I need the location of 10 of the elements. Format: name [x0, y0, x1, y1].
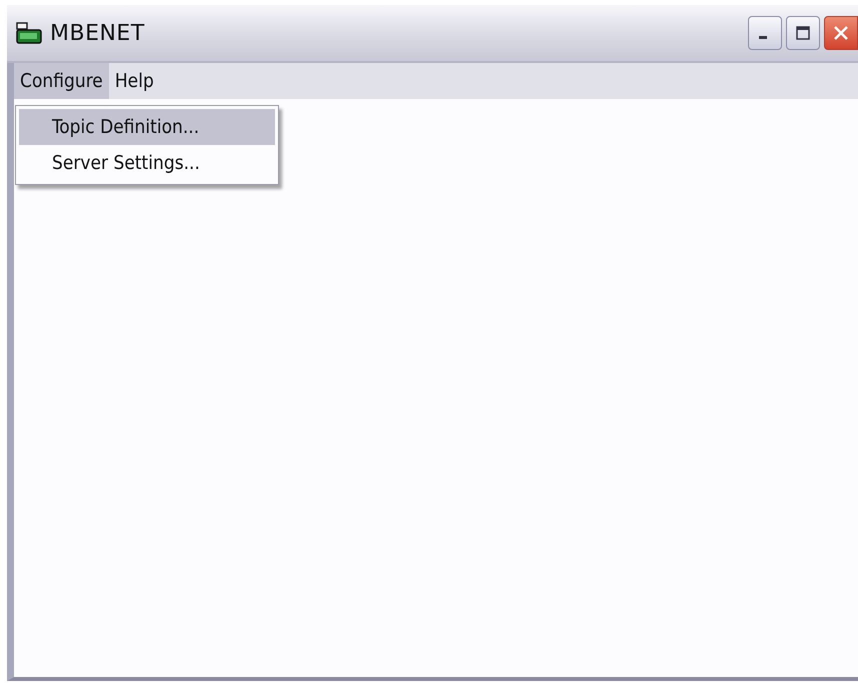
menu-item[interactable]: Configure — [14, 63, 109, 99]
close-button[interactable] — [824, 16, 858, 50]
maximize-button[interactable] — [786, 16, 820, 50]
minimize-button[interactable] — [748, 16, 782, 50]
app-icon — [16, 22, 42, 44]
minimize-icon — [759, 36, 767, 39]
menu-item[interactable]: Help — [108, 63, 160, 99]
window-title: MBENET — [50, 20, 145, 46]
dropdown-item[interactable]: Server Settings... — [19, 145, 275, 181]
dropdown-item[interactable]: Topic Definition... — [19, 109, 275, 145]
